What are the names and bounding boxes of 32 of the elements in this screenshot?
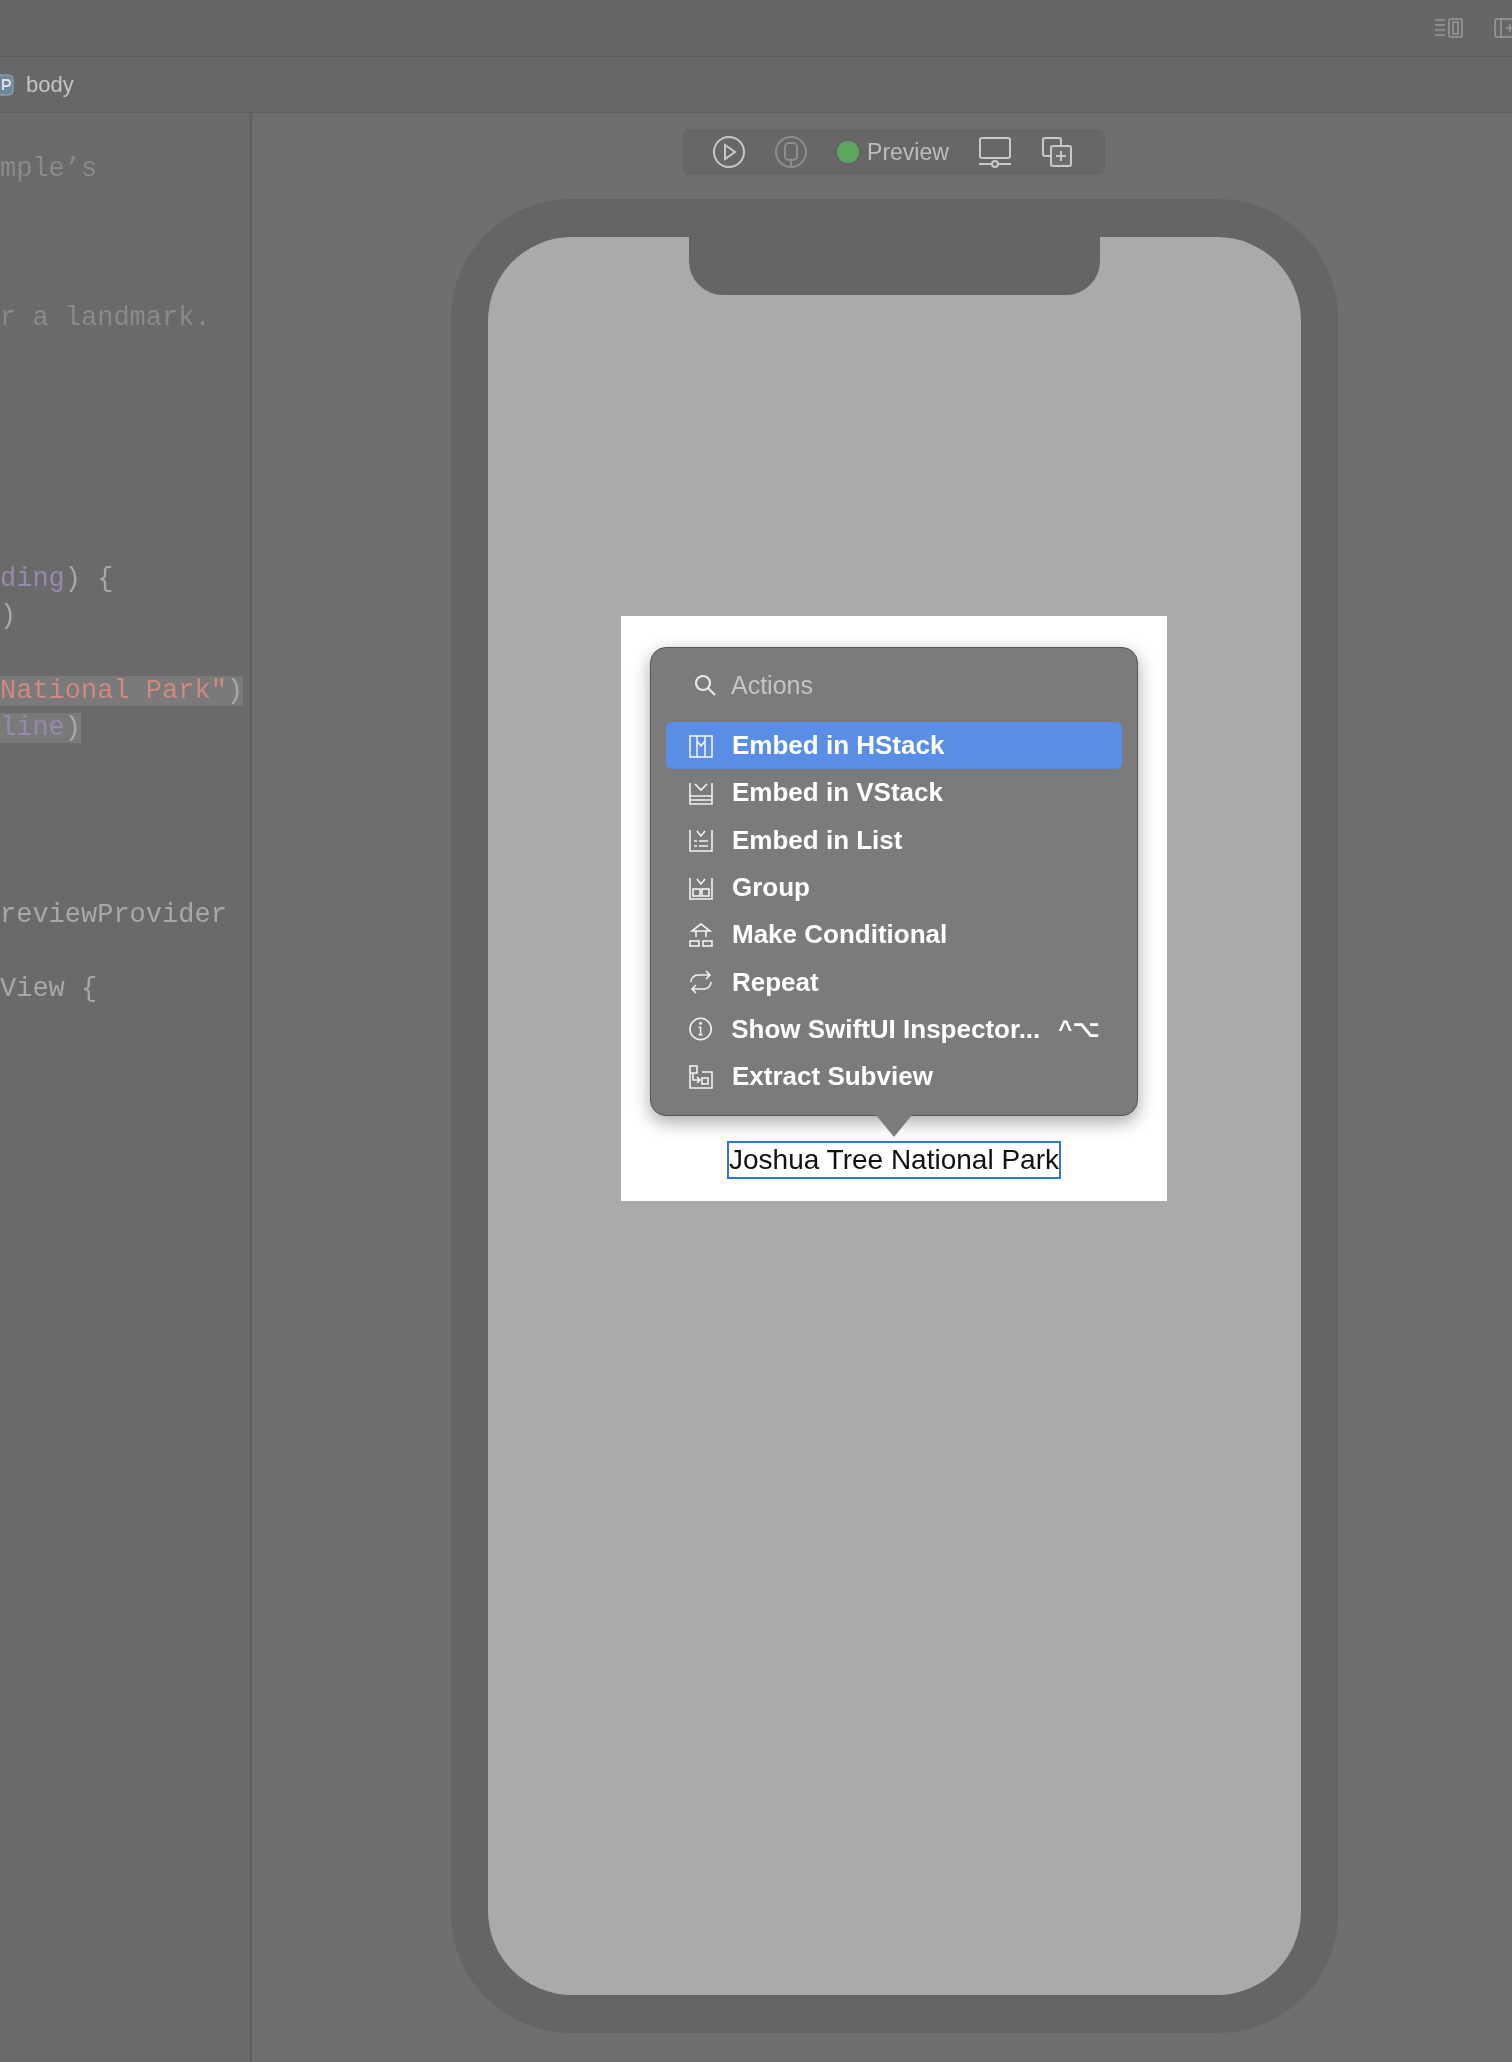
search-icon (693, 673, 717, 697)
monitor-icon[interactable] (977, 135, 1012, 169)
info-icon (688, 1016, 714, 1043)
shortcut-label: ^⌥ (1058, 1015, 1100, 1044)
play-icon[interactable] (711, 135, 746, 169)
repeat-icon (688, 969, 714, 996)
code-line: View { (0, 974, 98, 1005)
menu-item[interactable]: Embed in List (666, 816, 1122, 864)
menu-item[interactable]: Group (666, 863, 1122, 912)
hstack-icon (688, 732, 714, 759)
menu-item[interactable]: Show SwiftUI Inspector... ^⌥ (666, 1005, 1122, 1054)
code-line: ding) { (0, 563, 114, 594)
code-line: reviewProvider (0, 899, 227, 930)
conditional-icon (688, 921, 714, 948)
code-line: ) (0, 601, 17, 632)
menu-item[interactable]: Make Conditional (666, 911, 1122, 959)
search-field[interactable]: Actions (666, 662, 1122, 708)
status-dot (837, 141, 860, 163)
property-icon (0, 73, 14, 96)
list-icon (688, 827, 714, 854)
duplicate-icon[interactable] (1040, 135, 1075, 169)
preview-text[interactable]: Joshua Tree National Park (727, 1140, 1061, 1179)
inspector-toggle-icon[interactable] (1434, 17, 1464, 39)
device-icon[interactable] (774, 135, 809, 169)
breadcrumb-item[interactable]: body (26, 71, 74, 98)
preview-label: Preview (867, 138, 949, 166)
panel-add-icon[interactable] (1494, 17, 1512, 39)
extract-icon (688, 1063, 714, 1090)
menu-item[interactable]: Embed in VStack (666, 769, 1122, 817)
menu-item[interactable]: Extract Subview (666, 1053, 1122, 1101)
menu-item[interactable]: Repeat (666, 958, 1122, 1006)
menu-item[interactable]: Embed in HStack (666, 722, 1122, 770)
